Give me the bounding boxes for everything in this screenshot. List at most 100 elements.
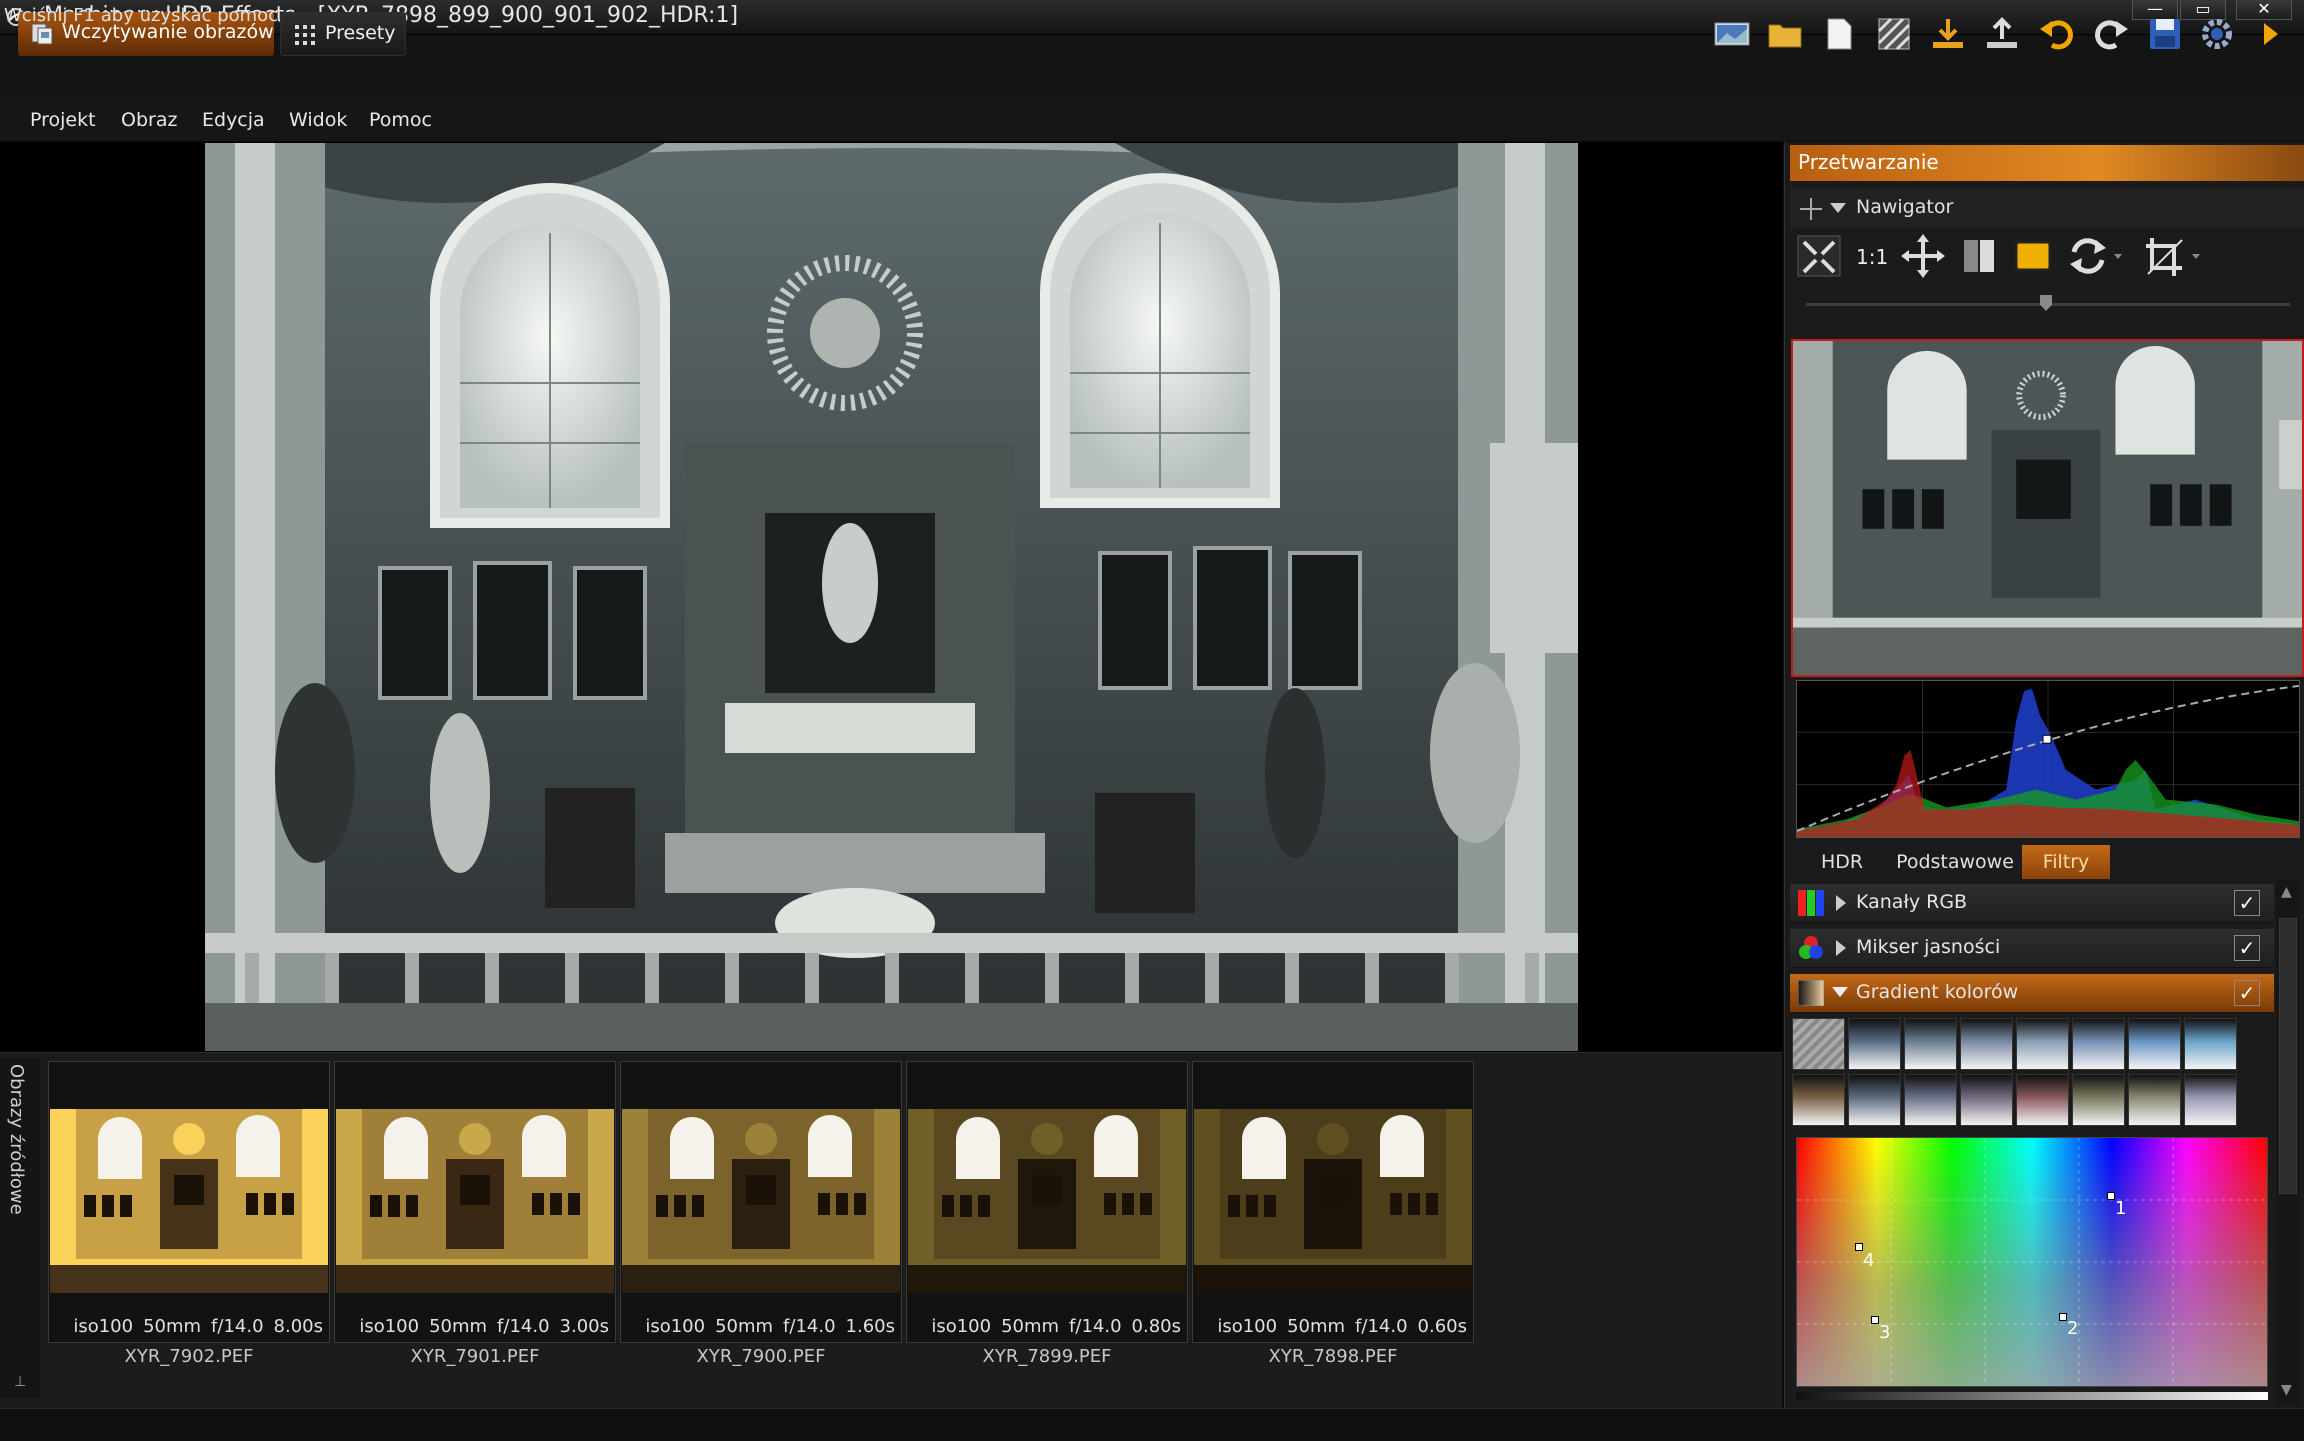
exif-iso: iso100 [645, 1316, 706, 1337]
gradient-preview-bar [1796, 1392, 2268, 1400]
navigator-label: Nawigator [1856, 196, 1954, 218]
collapse-arrow-icon [1830, 203, 1846, 213]
tab-podstawowe[interactable]: Podstawowe [1892, 845, 2018, 879]
thumbnail-filename: XYR_7901.PEF [410, 1346, 540, 1367]
color-gradient-editor[interactable]: 1 2 3 4 [1796, 1137, 2268, 1387]
gradient-preset-swatch[interactable] [1904, 1018, 1957, 1070]
redo-icon[interactable] [2092, 15, 2130, 53]
gradient-preset-swatch[interactable] [1904, 1074, 1957, 1126]
save-icon[interactable] [2146, 15, 2184, 53]
tab-hdr[interactable]: HDR [1796, 845, 1888, 879]
gradient-preset-swatch[interactable] [2128, 1074, 2181, 1126]
menu-obraz[interactable]: Obraz [121, 109, 177, 131]
gradient-point-label: 1 [2115, 1198, 2127, 1219]
scroll-down-icon[interactable]: ▼ [2281, 1382, 2292, 1398]
exif-iso: iso100 [359, 1316, 420, 1337]
navigator-header[interactable]: Nawigator [1790, 188, 2304, 228]
navigator-pin-icon [1800, 198, 1822, 220]
thumbnail-filename: XYR_7900.PEF [696, 1346, 826, 1367]
next-arrow-icon[interactable] [2258, 15, 2282, 53]
navigator-preview[interactable] [1791, 339, 2304, 677]
filter-checkbox[interactable]: ✓ [2234, 935, 2260, 961]
scroll-up-icon[interactable]: ▲ [2281, 884, 2292, 900]
source-thumbnail[interactable]: iso100 50mm f/14.0 0.80s [906, 1061, 1188, 1343]
thumbnail-image [336, 1109, 614, 1293]
fit-screen-icon[interactable] [1796, 232, 1842, 280]
menu-projekt[interactable]: Projekt [30, 109, 96, 131]
menu-widok[interactable]: Widok [289, 109, 347, 131]
gradient-preset-swatch[interactable] [1848, 1074, 1901, 1126]
gradient-control-point[interactable] [2059, 1313, 2067, 1321]
gradient-preset-swatch[interactable] [2072, 1074, 2125, 1126]
exif-focal: 50mm [715, 1316, 774, 1337]
menu-edycja[interactable]: Edycja [202, 109, 265, 131]
compare-split-icon[interactable] [1956, 232, 2002, 280]
image-icon[interactable] [1713, 15, 1751, 53]
gradient-preset-swatch[interactable] [2016, 1074, 2069, 1126]
gradient-preset-swatch[interactable] [2184, 1074, 2237, 1126]
status-text: Wciśnij F1 aby uzyskać pomoc [4, 5, 279, 26]
source-thumbnail[interactable]: iso100 50mm f/14.0 0.60s [1192, 1061, 1474, 1343]
exif-aperture: f/14.0 [1355, 1316, 1408, 1337]
filter-checkbox[interactable]: ✓ [2234, 890, 2260, 916]
gradient-point-label: 4 [1863, 1250, 1875, 1271]
exif-focal: 50mm [1001, 1316, 1060, 1337]
gradient-preset-swatch[interactable] [2128, 1018, 2181, 1070]
scrollbar-thumb[interactable] [2279, 918, 2297, 1194]
source-thumbnail[interactable]: iso100 50mm f/14.0 1.60s [620, 1061, 902, 1343]
thumbnail-filename: XYR_7899.PEF [982, 1346, 1112, 1367]
color-gradient-icon [1798, 980, 1824, 1006]
gradient-point-label: 2 [2067, 1318, 2079, 1339]
gradient-preset-swatch[interactable] [1792, 1018, 1845, 1070]
source-thumbnail[interactable]: iso100 50mm f/14.0 8.00s [48, 1061, 330, 1343]
exif-info: iso100 50mm f/14.0 1.60s [621, 1316, 895, 1342]
exif-aperture: f/14.0 [497, 1316, 550, 1337]
hdr-preview-image[interactable] [205, 143, 1578, 1051]
menu-pomoc[interactable]: Pomoc [369, 109, 432, 131]
filter-checkbox[interactable]: ✓ [2234, 980, 2260, 1006]
tab-filtry[interactable]: Filtry [2022, 845, 2110, 879]
gradient-preset-swatch[interactable] [2184, 1018, 2237, 1070]
source-thumbnail[interactable]: iso100 50mm f/14.0 3.00s [334, 1061, 616, 1343]
histogram[interactable] [1796, 680, 2300, 838]
status-bar [0, 1408, 2304, 1441]
frame-view-icon[interactable] [2010, 232, 2056, 280]
expand-arrow-icon [1836, 895, 1846, 911]
new-document-icon[interactable] [1820, 15, 1858, 53]
gradient-preset-swatch[interactable] [1960, 1074, 2013, 1126]
filter-row-rgb-channels[interactable]: Kanały RGB ✓ [1790, 884, 2274, 923]
presets-tab[interactable]: Presety [280, 12, 406, 56]
gradient-preset-swatch[interactable] [2016, 1018, 2069, 1070]
collapse-arrow-icon [1832, 987, 1848, 997]
exif-shutter: 1.60s [845, 1316, 895, 1337]
open-folder-icon[interactable] [1766, 15, 1804, 53]
pan-icon[interactable] [1900, 232, 1946, 280]
zoom-1-1-button[interactable]: 1:1 [1856, 245, 1888, 269]
exif-iso: iso100 [73, 1316, 134, 1337]
pin-icon[interactable]: ⊥ [14, 1374, 26, 1390]
exif-shutter: 3.00s [559, 1316, 609, 1337]
gradient-control-point[interactable] [1871, 1316, 1879, 1324]
import-icon[interactable] [1929, 15, 1967, 53]
thumbnail-filename: XYR_7898.PEF [1268, 1346, 1398, 1367]
export-icon[interactable] [1983, 15, 2021, 53]
exif-info: iso100 50mm f/14.0 8.00s [49, 1316, 323, 1342]
texture-icon[interactable] [1875, 15, 1913, 53]
gradient-preset-swatch[interactable] [1848, 1018, 1901, 1070]
gradient-preset-swatch[interactable] [1960, 1018, 2013, 1070]
source-images-panel-label: Obrazy źródłowe [0, 1058, 40, 1398]
undo-icon[interactable] [2038, 15, 2076, 53]
filter-row-color-gradient[interactable]: Gradient kolorów ✓ [1790, 974, 2274, 1013]
exif-info: iso100 50mm f/14.0 0.80s [907, 1316, 1181, 1342]
filter-row-brightness-mixer[interactable]: Mikser jasności ✓ [1790, 929, 2274, 968]
thumbnail-image [1194, 1109, 1472, 1293]
gradient-preset-swatch[interactable] [2072, 1018, 2125, 1070]
gradient-control-point[interactable] [2107, 1192, 2115, 1200]
settings-icon[interactable] [2198, 15, 2236, 53]
gradient-preset-swatch[interactable] [1792, 1074, 1845, 1126]
crop-icon[interactable] [2142, 232, 2204, 280]
exif-focal: 50mm [429, 1316, 488, 1337]
gradient-control-point[interactable] [1855, 1243, 1863, 1251]
filter-label: Mikser jasności [1856, 936, 2001, 958]
rotate-icon[interactable] [2064, 232, 2126, 280]
